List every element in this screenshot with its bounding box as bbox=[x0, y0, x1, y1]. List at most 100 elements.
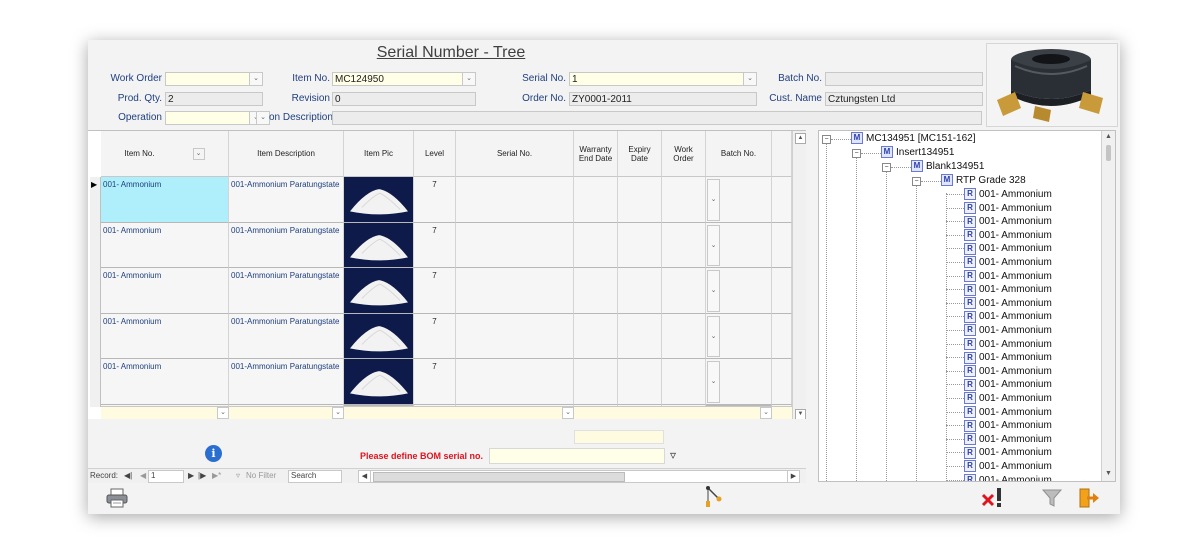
cell-item-description[interactable]: 001-Ammonium Paratungstate bbox=[229, 222, 344, 268]
chevron-down-icon[interactable]: ⌄ bbox=[707, 361, 720, 403]
cell-level[interactable]: 7 bbox=[414, 222, 456, 268]
cell-item-no[interactable]: 001- Ammonium bbox=[101, 359, 229, 405]
tree-node-leaf[interactable]: R 001- Ammonium bbox=[964, 365, 1052, 378]
cell-work-order[interactable] bbox=[662, 222, 706, 268]
cell-serial-no[interactable] bbox=[456, 313, 574, 359]
chevron-down-icon[interactable]: ⌄ bbox=[217, 407, 229, 419]
new-record-icon[interactable]: ▶* bbox=[212, 471, 221, 480]
scroll-thumb[interactable] bbox=[373, 472, 625, 482]
tree-node-leaf[interactable]: R 001- Ammonium bbox=[964, 188, 1052, 201]
cell-level[interactable]: 7 bbox=[414, 268, 456, 314]
chevron-down-icon[interactable]: ⌄ bbox=[562, 407, 574, 419]
next-record-icon[interactable]: ▶ bbox=[188, 471, 194, 480]
cell-warranty-end-date[interactable] bbox=[574, 268, 618, 314]
cell-item-description[interactable]: 001-Ammonium Paratungstate bbox=[229, 359, 344, 405]
scroll-thumb[interactable] bbox=[1106, 145, 1111, 161]
order-no-field[interactable]: ZY0001-2011 bbox=[569, 92, 757, 106]
tree-node-leaf[interactable]: R 001- Ammonium bbox=[964, 297, 1052, 310]
chevron-down-icon[interactable]: ⌄ bbox=[332, 407, 344, 419]
tree-node-leaf[interactable]: R 001- Ammonium bbox=[964, 405, 1052, 419]
cell-warranty-end-date[interactable] bbox=[574, 359, 618, 405]
tree-node-leaf[interactable]: R 001- Ammonium bbox=[964, 283, 1052, 296]
tree-node-leaf[interactable]: R 001- Ammonium bbox=[964, 229, 1052, 242]
scroll-up-icon[interactable]: ▲ bbox=[1105, 133, 1112, 140]
cell-expiry-date[interactable] bbox=[618, 268, 662, 314]
tree-node-leaf[interactable]: R 001- Ammonium bbox=[964, 310, 1052, 323]
scroll-down-icon[interactable]: ▼ bbox=[1105, 470, 1112, 477]
cell-batch-no[interactable]: ⌄ bbox=[706, 222, 772, 268]
cell-warranty-end-date[interactable] bbox=[574, 222, 618, 268]
cell-work-order[interactable] bbox=[662, 268, 706, 314]
serial-no-field[interactable]: 1 ⌄ bbox=[569, 72, 757, 86]
search-field[interactable]: Search bbox=[288, 470, 342, 483]
column-header-level[interactable]: Level bbox=[414, 131, 456, 177]
batch-no-field[interactable] bbox=[825, 72, 983, 86]
tree-node-root[interactable]: M MC134951 [MC151-162] bbox=[851, 132, 976, 145]
grid-vertical-scrollbar[interactable]: ▲ ▼ bbox=[792, 131, 806, 419]
exit-icon[interactable] bbox=[1078, 487, 1100, 514]
tree-node-leaf[interactable]: R 001- Ammonium bbox=[964, 392, 1052, 405]
scroll-up-icon[interactable]: ▲ bbox=[795, 133, 806, 144]
tree-node-leaf[interactable]: R 001- Ammonium bbox=[964, 378, 1052, 391]
collapse-icon[interactable]: − bbox=[822, 135, 831, 144]
cell-warranty-end-date[interactable] bbox=[574, 177, 618, 223]
chevron-down-icon[interactable]: ⌄ bbox=[462, 73, 475, 85]
cell-expiry-date[interactable] bbox=[618, 359, 662, 405]
tree-node-leaf[interactable]: R 001- Ammonium bbox=[964, 242, 1052, 255]
last-record-icon[interactable]: |▶ bbox=[198, 471, 206, 480]
cell-item-no[interactable]: 001- Ammonium bbox=[101, 268, 229, 314]
cell-item-no[interactable]: 001- Ammonium bbox=[101, 313, 229, 359]
chevron-down-icon[interactable]: ⌄ bbox=[249, 73, 262, 85]
filter-icon[interactable] bbox=[1041, 488, 1063, 513]
cell-serial-no[interactable] bbox=[456, 222, 574, 268]
tree-node-leaf[interactable]: R 001- Ammonium bbox=[964, 351, 1052, 364]
clear-icon[interactable] bbox=[980, 487, 1006, 514]
no-filter-label[interactable]: No Filter bbox=[246, 471, 276, 480]
cell-expiry-date[interactable] bbox=[618, 313, 662, 359]
chevron-down-icon[interactable]: ⌄ bbox=[192, 147, 205, 160]
operation-field[interactable]: ⌄ bbox=[165, 111, 263, 125]
collapse-icon[interactable]: − bbox=[852, 149, 861, 158]
cell-batch-no[interactable]: ⌄ bbox=[706, 268, 772, 314]
cell-item-description[interactable]: 001-Ammonium Paratungstate bbox=[229, 177, 344, 223]
cell-item-no[interactable]: 001- Ammonium bbox=[101, 222, 229, 268]
tree-node-grade[interactable]: M RTP Grade 328 bbox=[941, 174, 1026, 187]
prod-qty-field[interactable]: 2 bbox=[165, 92, 263, 106]
cell-serial-no[interactable] bbox=[456, 177, 574, 223]
chevron-down-icon[interactable]: ⌄ bbox=[707, 179, 720, 221]
filter-icon[interactable]: ▿ bbox=[670, 448, 676, 462]
cell-warranty-end-date[interactable] bbox=[574, 313, 618, 359]
tree-node-leaf[interactable]: R 001- Ammonium bbox=[964, 473, 1052, 481]
tree-node-leaf[interactable]: R 001- Ammonium bbox=[964, 446, 1052, 459]
item-no-field[interactable]: MC124950 ⌄ bbox=[332, 72, 476, 86]
chevron-down-icon[interactable]: ⌄ bbox=[707, 224, 720, 266]
revision-field[interactable]: 0 bbox=[332, 92, 476, 106]
tree-node-blank[interactable]: M Blank134951 bbox=[911, 160, 984, 173]
grid-horizontal-scrollbar[interactable]: ◀ ▶ bbox=[358, 470, 800, 483]
scroll-down-icon[interactable]: ▼ bbox=[795, 409, 806, 419]
cell-level[interactable]: 7 bbox=[414, 313, 456, 359]
tree-node-leaf[interactable]: R 001- Ammonium bbox=[964, 256, 1052, 269]
column-header-work-order[interactable]: Work Order bbox=[662, 131, 706, 177]
collapse-icon[interactable]: − bbox=[882, 163, 891, 172]
scroll-left-icon[interactable]: ◀ bbox=[359, 471, 371, 482]
work-order-field[interactable]: ⌄ bbox=[165, 72, 263, 86]
chevron-down-icon[interactable]: ⌄ bbox=[707, 270, 720, 312]
column-header-batch-no[interactable]: Batch No. bbox=[706, 131, 772, 177]
column-header-warranty-end-date[interactable]: Warranty End Date bbox=[574, 131, 618, 177]
cell-work-order[interactable] bbox=[662, 177, 706, 223]
scroll-right-icon[interactable]: ▶ bbox=[787, 471, 799, 482]
column-header-expiry-date[interactable]: Expiry Date bbox=[618, 131, 662, 177]
cell-serial-no[interactable] bbox=[456, 359, 574, 405]
chevron-down-icon[interactable]: ⌄ bbox=[760, 407, 772, 419]
cell-level[interactable]: 7 bbox=[414, 359, 456, 405]
tree-node-insert[interactable]: M Insert134951 bbox=[881, 146, 954, 159]
record-selector-column[interactable] bbox=[90, 177, 101, 407]
chevron-down-icon[interactable]: ⌄ bbox=[707, 315, 720, 357]
previous-record-icon[interactable]: ◀ bbox=[140, 471, 146, 480]
tree-node-leaf[interactable]: R 001- Ammonium bbox=[964, 419, 1052, 432]
tree-expand-icon[interactable] bbox=[704, 485, 724, 514]
collapse-icon[interactable]: − bbox=[912, 177, 921, 186]
cell-item-no[interactable]: 001- Ammonium bbox=[101, 177, 229, 223]
column-header-item-description[interactable]: Item Description bbox=[229, 131, 344, 177]
